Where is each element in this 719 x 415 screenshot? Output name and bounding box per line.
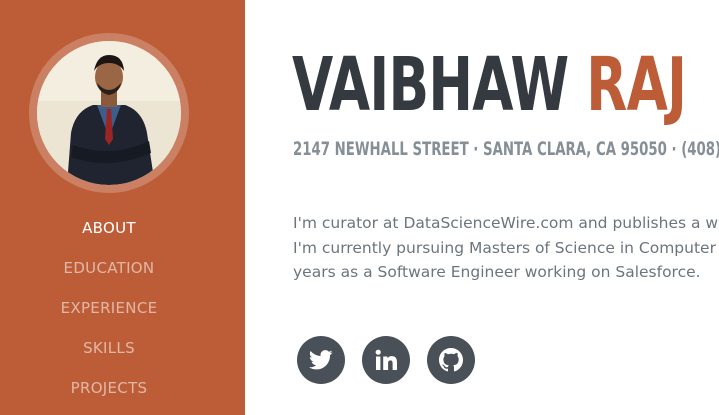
sidebar-nav: ABOUT EDUCATION EXPERIENCE SKILLS PROJEC… — [0, 208, 218, 408]
sidebar: ABOUT EDUCATION EXPERIENCE SKILLS PROJEC… — [0, 0, 245, 415]
bio-text: I'm curator at DataScienceWire.com and p… — [293, 211, 719, 285]
page-title: VAIBHAW RAJ — [292, 40, 687, 130]
nav-item-education[interactable]: EDUCATION — [0, 248, 218, 288]
nav-item-experience[interactable]: EXPERIENCE — [0, 288, 218, 328]
github-icon — [439, 348, 463, 372]
nav-item-skills[interactable]: SKILLS — [0, 328, 218, 368]
linkedin-icon — [375, 349, 397, 371]
bio-line: years as a Software Engineer working on … — [293, 263, 701, 281]
profile-photo — [37, 41, 181, 185]
avatar — [37, 41, 181, 185]
github-button[interactable] — [427, 336, 475, 384]
contact-address: 2147 NEWHALL STREET · SANTA CLARA, CA 95… — [293, 138, 719, 160]
first-name: VAIBHAW — [292, 42, 569, 128]
nav-item-about[interactable]: ABOUT — [0, 208, 218, 248]
linkedin-button[interactable] — [362, 336, 410, 384]
twitter-icon — [309, 350, 333, 370]
avatar-ring — [29, 33, 189, 193]
last-name: RAJ — [586, 42, 687, 128]
bio-line: I'm curator at DataScienceWire.com and p… — [293, 214, 719, 232]
bio-line: I'm currently pursuing Masters of Scienc… — [293, 238, 719, 257]
nav-item-projects[interactable]: PROJECTS — [0, 368, 218, 408]
about-section: VAIBHAW RAJ 2147 NEWHALL STREET · SANTA … — [245, 0, 719, 415]
twitter-button[interactable] — [297, 336, 345, 384]
